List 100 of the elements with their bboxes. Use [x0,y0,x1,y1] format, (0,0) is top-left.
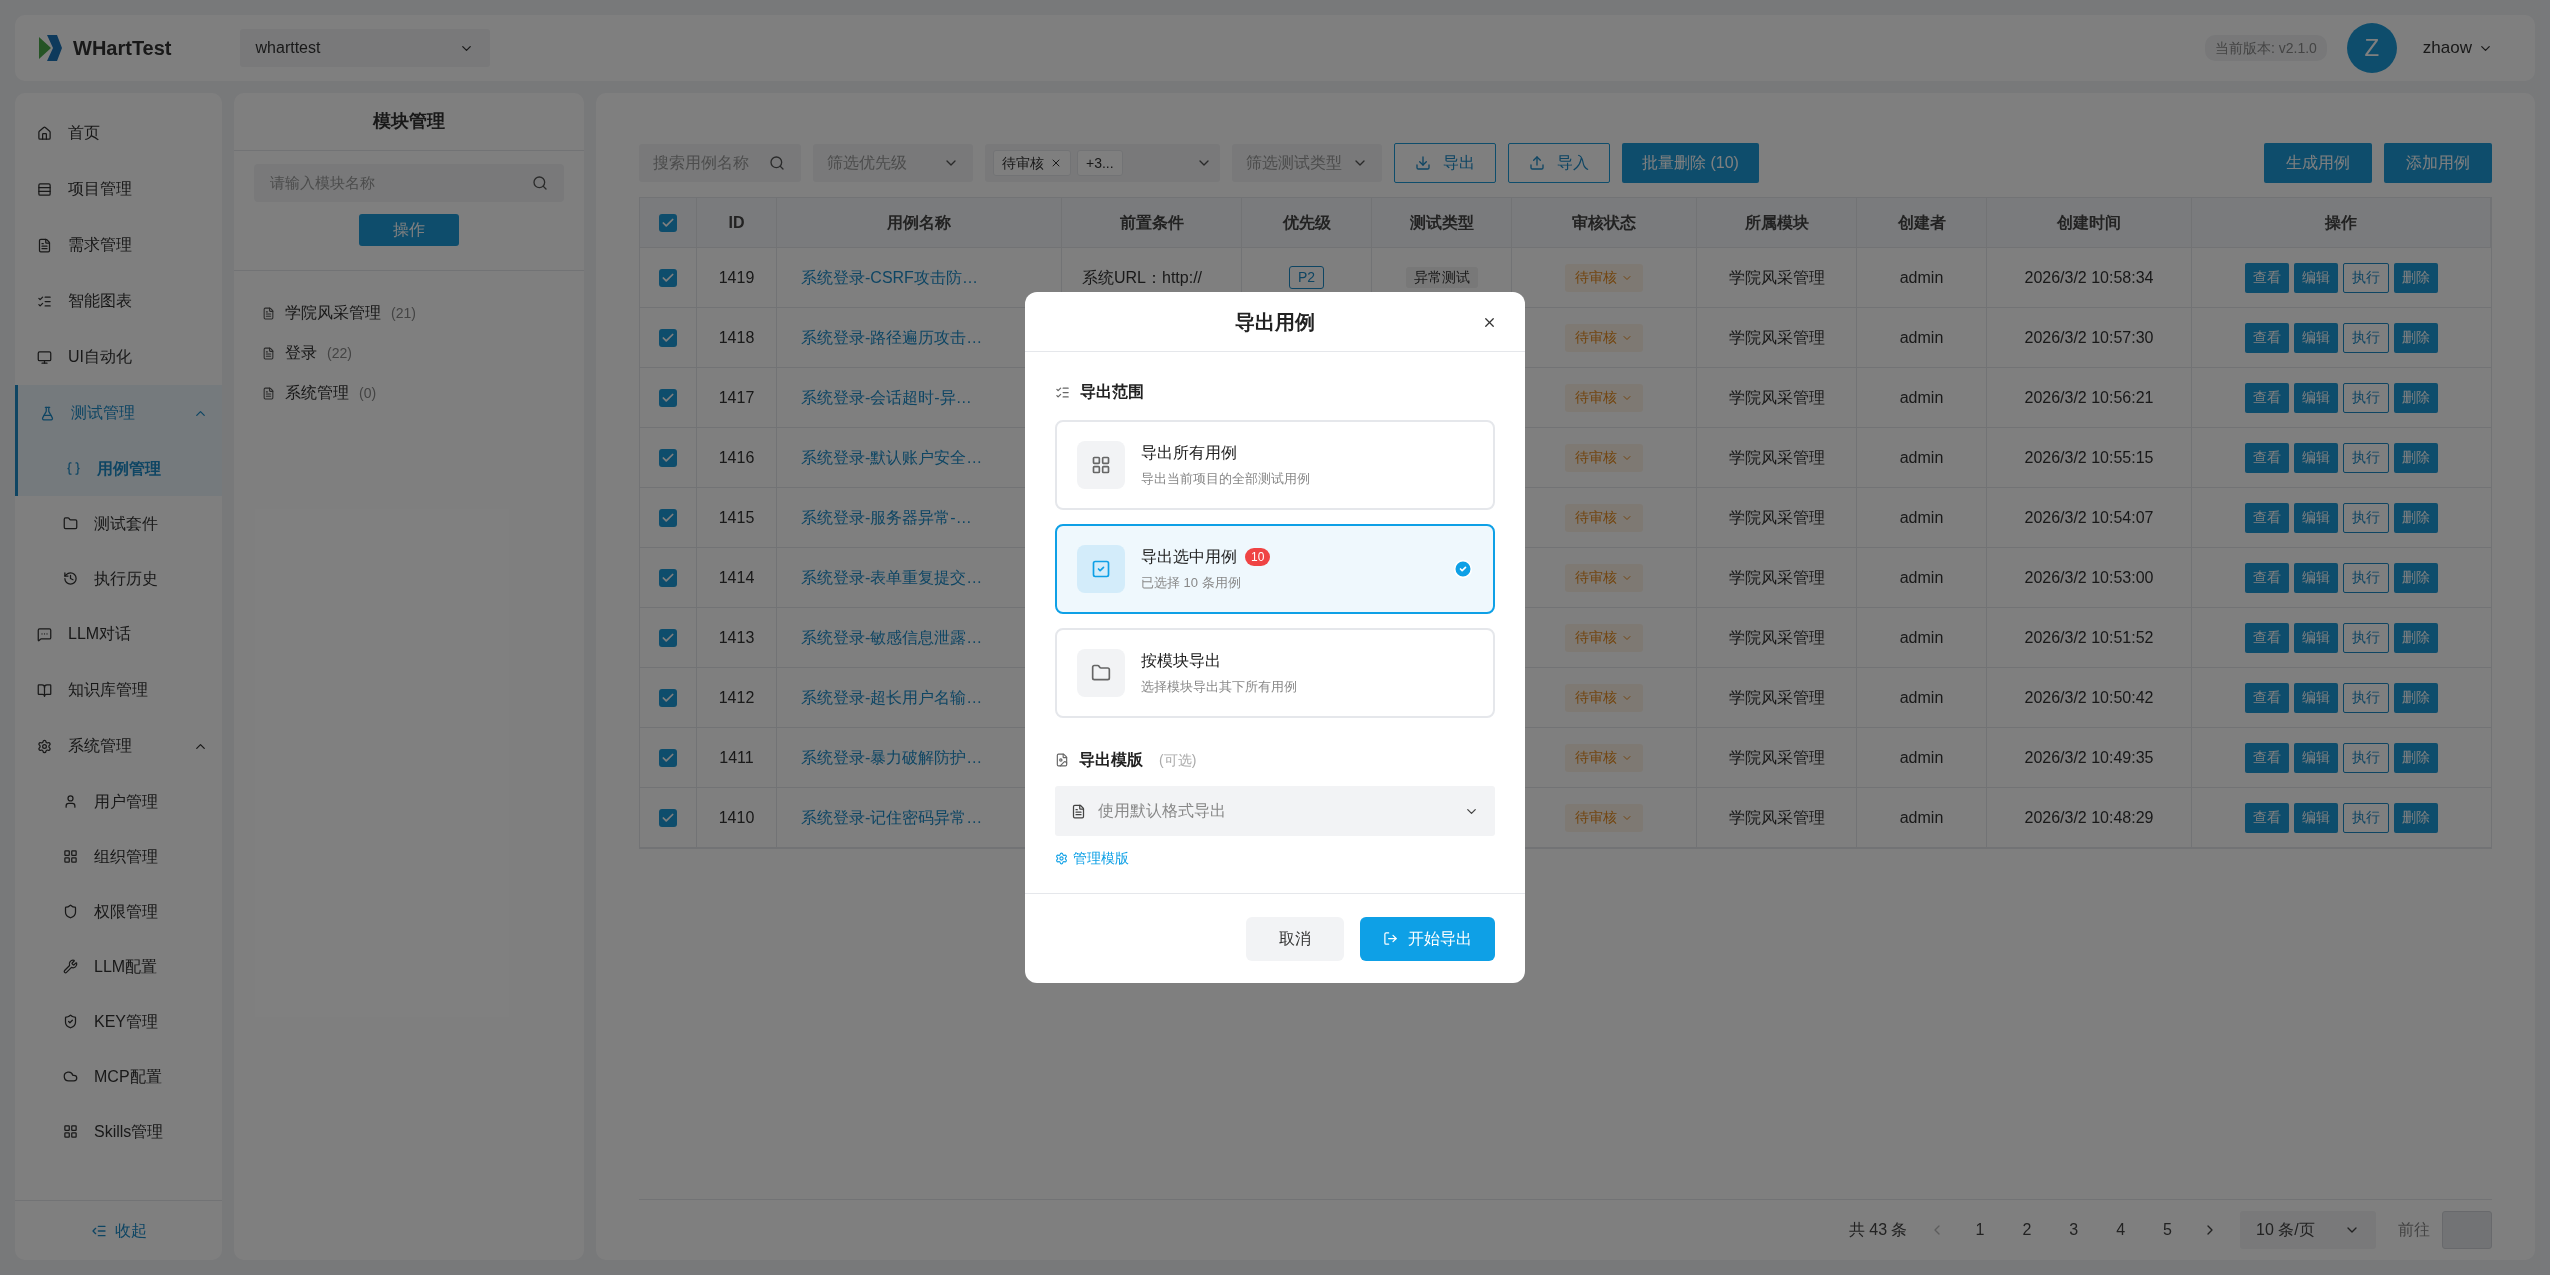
nav-subitem[interactable]: KEY管理 [15,994,222,1049]
nav-item[interactable]: 测试管理 [15,385,222,441]
nav-subitem[interactable]: 用户管理 [15,774,222,829]
page-number[interactable]: 5 [2155,1218,2180,1242]
row-action-button[interactable]: 编辑 [2294,802,2338,833]
row-action-button[interactable]: 执行 [2343,502,2389,533]
row-action-button[interactable]: 执行 [2343,562,2389,593]
nav-item[interactable]: 系统管理 [15,718,222,774]
nav-item[interactable]: LLM对话 [15,606,222,662]
checkbox[interactable] [659,388,677,407]
manage-template-link[interactable]: 管理模版 [1055,848,1129,869]
user-menu[interactable]: zhaow [2422,35,2493,61]
checkbox[interactable] [659,508,677,527]
status-tag[interactable]: 待审核 [1565,683,1643,712]
case-link[interactable]: 系统登录-路径遍历攻击… [801,325,983,350]
row-action-button[interactable]: 查看 [2245,622,2289,653]
avatar[interactable]: Z [2346,23,2397,73]
start-export-button[interactable]: 开始导出 [1360,916,1495,961]
row-action-button[interactable]: 查看 [2245,262,2289,293]
row-action-button[interactable]: 执行 [2343,262,2389,293]
export-option[interactable]: 按模块导出 选择模块导出其下所有用例 [1055,628,1495,718]
row-action-button[interactable]: 执行 [2343,682,2389,713]
status-tag[interactable]: 待审核 [1565,503,1643,532]
status-tag[interactable]: 待审核 [1565,803,1643,832]
page-number[interactable]: 1 [1967,1218,1993,1242]
row-action-button[interactable]: 执行 [2343,742,2389,773]
case-link[interactable]: 系统登录-超长用户名输… [801,685,983,710]
page-number[interactable]: 4 [2108,1218,2134,1242]
checkbox[interactable] [659,748,677,767]
nav-subitem[interactable]: 组织管理 [15,829,222,884]
case-link[interactable]: 系统登录-服务器异常-… [801,505,972,530]
nav-subitem[interactable]: 用例管理 [15,441,222,496]
tree-item[interactable]: 系统管理 (0) [262,373,556,413]
row-action-button[interactable]: 删除 [2394,322,2438,353]
row-action-button[interactable]: 查看 [2245,442,2289,473]
row-action-button[interactable]: 删除 [2394,682,2438,713]
nav-subitem[interactable]: 执行历史 [15,551,222,606]
nav-item[interactable]: UI自动化 [15,329,222,385]
row-action-button[interactable]: 删除 [2394,802,2438,833]
row-action-button[interactable]: 执行 [2343,382,2389,413]
row-action-button[interactable]: 查看 [2245,562,2289,593]
row-action-button[interactable]: 删除 [2394,442,2438,473]
page-number[interactable]: 3 [2061,1218,2087,1242]
status-tag[interactable]: 待审核 [1565,563,1643,592]
nav-item[interactable]: 首页 [15,105,222,161]
row-action-button[interactable]: 查看 [2245,382,2289,413]
tree-item[interactable]: 登录 (22) [262,333,556,373]
nav-item[interactable]: 项目管理 [15,161,222,217]
status-select[interactable]: 待审核 +3... [985,144,1220,182]
row-action-button[interactable]: 查看 [2245,322,2289,353]
batch-delete-button[interactable]: 批量删除 (10) [1622,143,1759,183]
toolbar-button[interactable]: 生成用例 [2264,143,2372,183]
row-action-button[interactable]: 编辑 [2294,322,2338,353]
status-tag[interactable]: 待审核 [1565,383,1643,412]
row-action-button[interactable]: 删除 [2394,502,2438,533]
row-action-button[interactable]: 查看 [2245,682,2289,713]
row-action-button[interactable]: 删除 [2394,622,2438,653]
status-tag[interactable]: 待审核 [1565,623,1643,652]
row-action-button[interactable]: 编辑 [2294,742,2338,773]
status-tag[interactable]: 待审核 [1565,743,1643,772]
row-action-button[interactable]: 删除 [2394,262,2438,293]
close-icon[interactable] [1482,315,1497,330]
tree-item[interactable]: 学院风采管理 (21) [262,293,556,333]
nav-item[interactable]: 知识库管理 [15,662,222,718]
checkbox[interactable] [659,808,677,827]
export-option[interactable]: 导出所有用例 导出当前项目的全部测试用例 [1055,420,1495,510]
case-link[interactable]: 系统登录-暴力破解防护… [801,745,983,770]
row-action-button[interactable]: 执行 [2343,442,2389,473]
row-action-button[interactable]: 编辑 [2294,382,2338,413]
export-button[interactable]: 导出 [1394,143,1496,183]
case-link[interactable]: 系统登录-默认账户安全… [801,445,983,470]
row-action-button[interactable]: 查看 [2245,802,2289,833]
row-action-button[interactable]: 删除 [2394,562,2438,593]
checkbox[interactable] [659,688,677,707]
nav-subitem[interactable]: 测试套件 [15,496,222,551]
row-action-button[interactable]: 删除 [2394,382,2438,413]
template-select[interactable]: 使用默认格式导出 [1055,786,1495,836]
export-option[interactable]: 导出选中用例 10 已选择 10 条用例 [1055,524,1495,614]
checkbox[interactable] [659,268,677,287]
status-tag[interactable]: 待审核 [1565,323,1643,352]
case-link[interactable]: 系统登录-敏感信息泄露… [801,625,983,650]
row-action-button[interactable]: 编辑 [2294,682,2338,713]
case-link[interactable]: 系统登录-会话超时-异… [801,385,972,410]
row-action-button[interactable]: 执行 [2343,322,2389,353]
nav-subitem[interactable]: Skills管理 [15,1104,222,1159]
row-action-button[interactable]: 执行 [2343,622,2389,653]
row-action-button[interactable]: 删除 [2394,742,2438,773]
cancel-button[interactable]: 取消 [1246,916,1344,961]
checkbox[interactable] [659,568,677,587]
action-button[interactable]: 操作 [359,214,459,246]
case-link[interactable]: 系统登录-CSRF攻击防… [801,265,978,290]
toolbar-button[interactable]: 添加用例 [2384,143,2492,183]
status-tag[interactable]: 待审核 [1565,443,1643,472]
row-action-button[interactable]: 编辑 [2294,262,2338,293]
import-button[interactable]: 导入 [1508,143,1610,183]
case-link[interactable]: 系统登录-表单重复提交… [801,565,983,590]
checkbox[interactable] [659,628,677,647]
row-action-button[interactable]: 编辑 [2294,622,2338,653]
row-action-button[interactable]: 查看 [2245,742,2289,773]
checkbox[interactable] [659,328,677,347]
